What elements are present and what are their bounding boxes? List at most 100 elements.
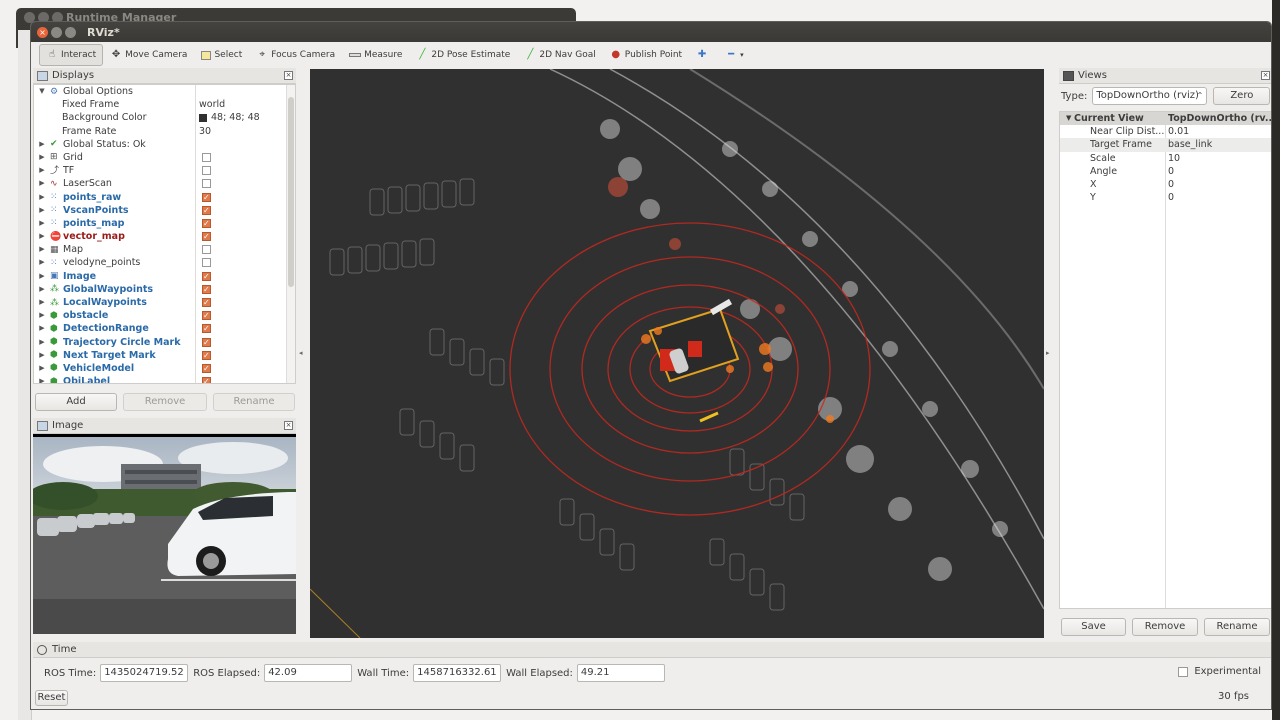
chevron-right-icon[interactable]: ▶ — [38, 270, 46, 283]
view-property-value[interactable]: 0 — [1168, 191, 1174, 204]
wall-elapsed-field[interactable]: 49.21 — [576, 664, 665, 682]
display-item[interactable]: ▶ ⁙ velodyne_points — [34, 256, 295, 269]
display-enabled-checkbox[interactable] — [202, 322, 211, 336]
chevron-right-icon[interactable]: ▶ — [38, 349, 46, 362]
chevron-right-icon[interactable]: ▶ — [38, 204, 46, 217]
chevron-right-icon[interactable]: ▶ — [38, 283, 46, 296]
view-property-row[interactable]: Scale 10 — [1060, 152, 1271, 165]
view-property-row[interactable]: Target Frame base_link — [1060, 138, 1271, 152]
chevron-down-icon[interactable]: ▼ — [38, 85, 46, 98]
tool-focus-camera[interactable]: ⌖ Focus Camera — [249, 44, 342, 66]
display-item-value[interactable]: 48; 48; 48 — [211, 111, 260, 124]
display-item[interactable]: ▶ ⬢ Next Target Mark — [34, 349, 295, 362]
display-item[interactable]: ▶ ⬢ ObjLabel — [34, 375, 295, 383]
display-item[interactable]: ▶ ⤴ TF — [34, 164, 295, 177]
display-enabled-checkbox[interactable] — [202, 179, 211, 189]
minimize-icon[interactable] — [51, 26, 62, 38]
tool-publish-point[interactable]: ● Publish Point — [603, 44, 689, 66]
chevron-right-icon[interactable]: ▶ — [38, 191, 46, 204]
display-enabled-checkbox[interactable] — [202, 245, 211, 255]
view-property-value[interactable]: 10 — [1168, 152, 1180, 165]
chevron-right-icon[interactable]: ▶ — [38, 177, 46, 190]
view-property-row[interactable]: Angle 0 — [1060, 165, 1271, 178]
display-enabled-checkbox[interactable] — [202, 296, 211, 309]
display-item[interactable]: ▶ ⬢ Trajectory Circle Mark — [34, 336, 295, 349]
tool-2d-nav-goal[interactable]: ╱ 2D Nav Goal — [517, 44, 602, 66]
view-property-row[interactable]: Near Clip Dist... 0.01 — [1060, 125, 1271, 138]
display-item[interactable]: ▶ ⛔ vector_map — [34, 230, 295, 243]
chevron-right-icon[interactable]: ▶ — [38, 375, 46, 383]
display-item[interactable]: Fixed Frame world — [34, 98, 295, 111]
display-enabled-checkbox[interactable] — [202, 217, 211, 230]
tool-2d-pose-estimate[interactable]: ╱ 2D Pose Estimate — [409, 44, 517, 66]
display-item[interactable]: Background Color 48; 48; 48 — [34, 111, 295, 124]
save-view-button[interactable]: Save — [1061, 618, 1126, 636]
display-enabled-checkbox[interactable] — [202, 204, 211, 217]
chevron-right-icon[interactable]: ▶ — [38, 230, 46, 243]
close-icon[interactable]: × — [1261, 71, 1270, 80]
wall-time-field[interactable]: 1458716332.61 — [413, 664, 502, 682]
ros-elapsed-field[interactable]: 42.09 — [264, 664, 353, 682]
view-property-row[interactable]: Y0 — [1060, 191, 1271, 204]
display-enabled-checkbox[interactable] — [202, 258, 211, 268]
reset-button[interactable]: Reset — [35, 690, 68, 706]
remove-view-button[interactable]: Remove — [1132, 618, 1198, 636]
tool-measure[interactable]: Measure — [342, 44, 409, 66]
display-item[interactable]: ▶ ∿ LaserScan — [34, 177, 295, 190]
chevron-right-icon[interactable]: ▶ — [38, 362, 46, 375]
experimental-checkbox[interactable] — [1178, 666, 1189, 677]
display-item[interactable]: ▶ ⁙ points_raw — [34, 191, 295, 204]
left-splitter[interactable]: ◂ — [299, 69, 309, 638]
display-item[interactable]: ▼ ⚙ Global Options — [34, 85, 295, 98]
display-enabled-checkbox[interactable] — [202, 362, 211, 375]
display-enabled-checkbox[interactable] — [202, 309, 211, 322]
view-property-value[interactable]: 0.01 — [1168, 125, 1189, 138]
display-item[interactable]: ▶ ⬢ VehicleModel — [34, 362, 295, 375]
rviz-3d-viewport[interactable] — [310, 69, 1044, 638]
chevron-right-icon[interactable]: ▶ — [38, 164, 46, 177]
view-property-row[interactable]: X0 — [1060, 178, 1271, 191]
chevron-right-icon[interactable]: ▶ — [38, 151, 46, 164]
view-property-value[interactable]: base_link — [1168, 138, 1212, 151]
display-item[interactable]: Frame Rate 30 — [34, 125, 295, 138]
tool-select[interactable]: Select — [194, 44, 249, 66]
current-view-row[interactable]: ▼ Current View TopDownOrtho (rv... — [1060, 112, 1271, 126]
rename-view-button[interactable]: Rename — [1204, 618, 1270, 636]
display-item[interactable]: ▶ ⁙ VscanPoints — [34, 204, 295, 217]
display-enabled-checkbox[interactable] — [202, 336, 211, 349]
display-item[interactable]: ▶ ⁂ GlobalWaypoints — [34, 283, 295, 296]
chevron-down-icon[interactable]: ▼ — [1066, 112, 1071, 125]
display-item-value[interactable]: world — [199, 98, 225, 111]
display-item[interactable]: ▶ ▦ Map — [34, 243, 295, 256]
view-type-select[interactable]: TopDownOrtho (rviz) — [1092, 87, 1208, 105]
display-item[interactable]: ▶ ⬢ obstacle — [34, 309, 295, 322]
right-splitter[interactable]: ▸ — [1046, 69, 1056, 638]
view-property-value[interactable]: 0 — [1168, 165, 1174, 178]
display-enabled-checkbox[interactable] — [202, 270, 211, 283]
chevron-right-icon[interactable]: ▶ — [38, 309, 46, 322]
tool-move-camera[interactable]: ✥ Move Camera — [103, 44, 194, 66]
ros-time-field[interactable]: 1435024719.52 — [100, 664, 189, 682]
close-icon[interactable]: × — [37, 26, 48, 38]
display-enabled-checkbox[interactable] — [202, 152, 211, 162]
display-item[interactable]: ▶ ⁂ LocalWaypoints — [34, 296, 295, 309]
view-property-value[interactable]: 0 — [1168, 178, 1174, 191]
chevron-right-icon[interactable]: ▶ — [38, 256, 46, 269]
close-icon[interactable]: × — [284, 71, 293, 80]
add-tool-button[interactable]: ✚ — [689, 44, 718, 66]
display-item[interactable]: ▶ ⬢ DetectionRange — [34, 322, 295, 336]
chevron-right-icon[interactable]: ▶ — [38, 138, 46, 151]
close-icon[interactable]: × — [284, 421, 293, 430]
display-item[interactable]: ▶ ⊞ Grid — [34, 151, 295, 164]
maximize-icon[interactable] — [65, 26, 76, 38]
display-enabled-checkbox[interactable] — [202, 349, 211, 362]
display-enabled-checkbox[interactable] — [202, 230, 211, 243]
display-enabled-checkbox[interactable] — [202, 191, 211, 204]
display-item-value[interactable]: 30 — [199, 125, 211, 138]
chevron-right-icon[interactable]: ▶ — [38, 217, 46, 230]
remove-tool-button[interactable]: ━ ▾ — [718, 44, 751, 66]
display-item[interactable]: ▶ ⁙ points_map — [34, 217, 295, 230]
zero-button[interactable]: Zero — [1213, 87, 1271, 105]
remove-display-button[interactable]: Remove — [123, 393, 207, 411]
chevron-right-icon[interactable]: ▶ — [38, 243, 46, 256]
